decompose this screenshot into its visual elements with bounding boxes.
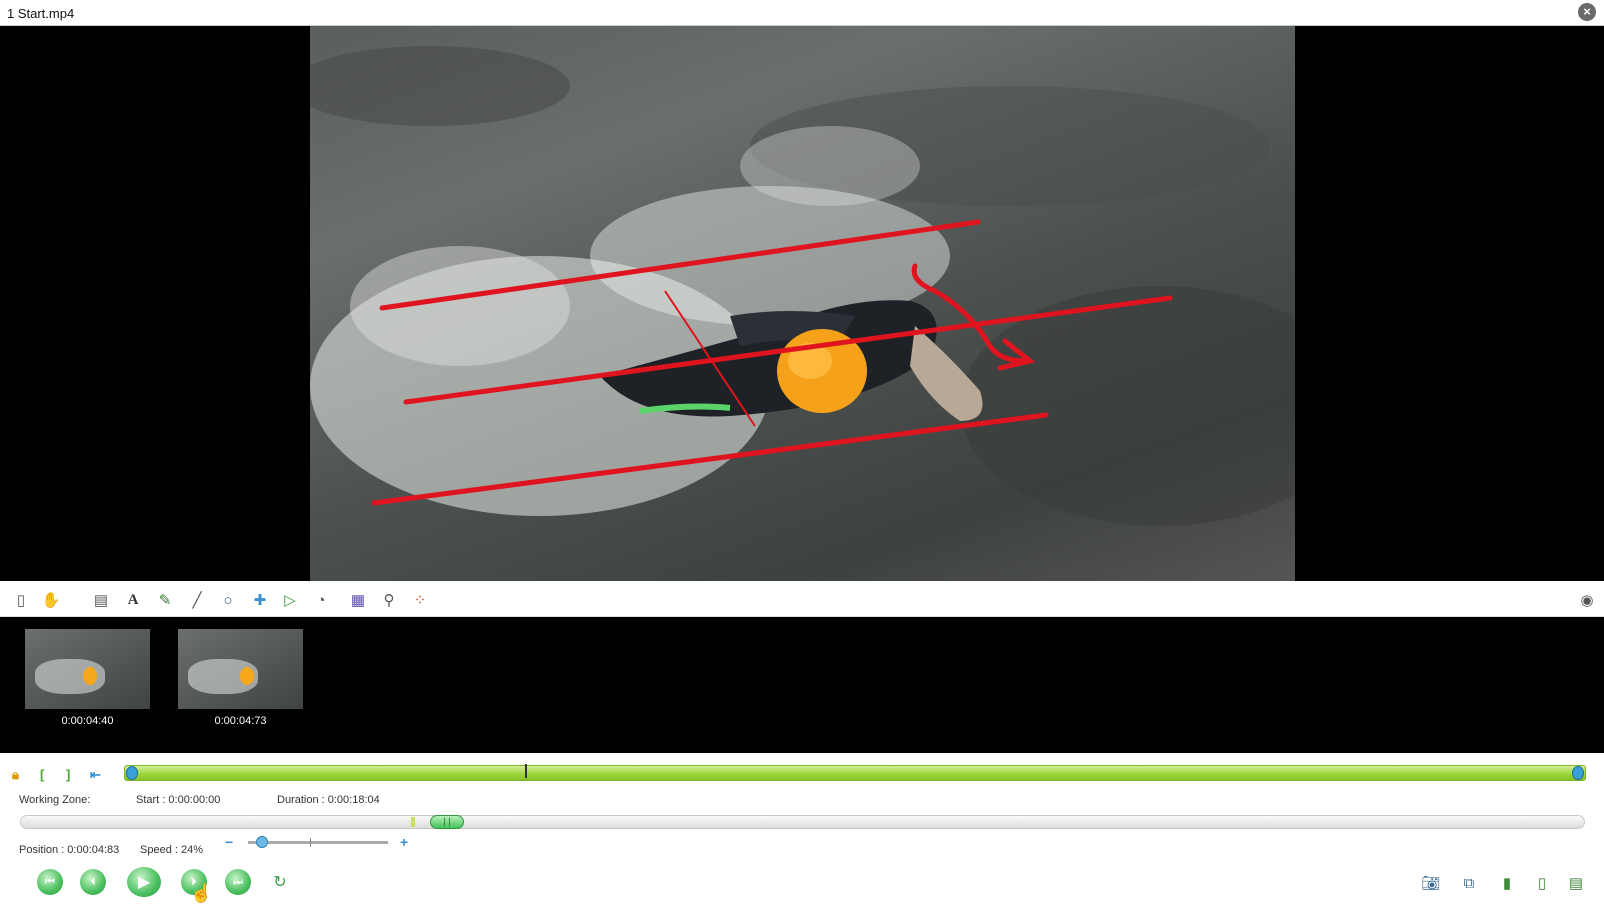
lock-icon[interactable]: 🔒︎ (12, 767, 19, 783)
working-zone-bar[interactable] (124, 764, 1586, 781)
drawing-toolbar: ▯ ✋ ▤ A ✎ ╱ ○ ✚ ▷ ◔ ▦ ⚲ ⁘ ◉ (0, 583, 1604, 617)
go-to-start-button[interactable]: ⏮ (37, 869, 63, 895)
zone-end-icon[interactable]: ] (66, 767, 70, 782)
speed-slider-center-tick (310, 838, 311, 847)
position-thumb[interactable]: | | (430, 815, 464, 829)
zone-end-handle[interactable] (1572, 766, 1584, 780)
zone-reset-icon[interactable]: ⇤ (90, 767, 101, 783)
zone-start-handle[interactable] (126, 766, 138, 780)
video-viewport[interactable] (0, 26, 1604, 581)
keyframe-time: 0:00:04:40 (61, 715, 114, 727)
circle-tool-icon[interactable]: ○ (219, 591, 237, 609)
chronometer-icon[interactable]: ◔ (312, 591, 330, 609)
keyframes-strip: 0:00:04:40 0:00:04:73 (0, 617, 1604, 753)
keyframe-thumbnail[interactable] (25, 629, 150, 709)
hand-tool-icon[interactable]: ✋ (42, 591, 61, 609)
window-title: 1 Start.mp4 (7, 6, 75, 21)
keyframe-time: 0:00:04:73 (214, 715, 267, 727)
multi-snapshot-icon[interactable]: ⧉ (1459, 874, 1479, 892)
snapshot-camera-icon[interactable]: 📷︎ (1421, 874, 1441, 892)
zone-position-marker (525, 764, 527, 778)
drawing-pad-icon[interactable]: ▤ (92, 591, 110, 609)
export-diaporama-icon[interactable]: ▤ (1566, 874, 1586, 892)
text-tool-icon[interactable]: A (124, 591, 142, 609)
magnifier-icon[interactable]: ⚲ (380, 591, 398, 609)
color-grid-icon[interactable]: ⁘ (411, 591, 429, 609)
loop-icon[interactable]: ↻ (270, 869, 290, 895)
keyframe-thumbnail[interactable] (178, 629, 303, 709)
speed-slider[interactable] (248, 836, 388, 848)
keyframe-item[interactable]: 0:00:04:73 (178, 629, 303, 727)
keyframe-item[interactable]: 0:00:04:40 (25, 629, 150, 727)
go-to-end-button[interactable]: ⏭ (225, 869, 251, 895)
speed-decrease-button[interactable]: − (225, 834, 233, 850)
new-key-image-icon[interactable]: ▯ (12, 591, 30, 609)
speed-text: Speed : 24% (140, 844, 203, 856)
zone-start-icon[interactable]: [ (40, 767, 44, 782)
line-tool-icon[interactable]: ╱ (188, 591, 206, 609)
previous-frame-button[interactable]: ⏴ (80, 869, 106, 895)
working-zone-label: Working Zone: (19, 794, 91, 806)
player-controls: 🔒︎ [ ] ⇤ Working Zone: Start : 0:00:00:0… (0, 753, 1604, 907)
zone-duration-text: Duration : 0:00:18:04 (277, 794, 380, 806)
play-button[interactable]: ▶ (127, 867, 161, 897)
position-trackbar[interactable]: | | (20, 815, 1585, 829)
video-scene (310, 46, 1295, 526)
close-icon[interactable]: × (1578, 3, 1596, 21)
title-bar: 1 Start.mp4 × (0, 0, 1604, 26)
angle-tool-icon[interactable]: ▷ (281, 591, 299, 609)
video-frame[interactable] (310, 26, 1295, 581)
track-marker (411, 817, 415, 827)
grid-perspective-icon[interactable]: ▦ (349, 591, 367, 609)
speed-increase-button[interactable]: + (400, 834, 408, 850)
zone-start-text: Start : 0:00:00:00 (136, 794, 221, 806)
export-video-icon[interactable]: ▯ (1532, 874, 1552, 892)
position-text: Position : 0:00:04:83 (19, 844, 120, 856)
pencil-tool-icon[interactable]: ✎ (156, 591, 174, 609)
cross-marker-icon[interactable]: ✚ (251, 591, 269, 609)
mouse-cursor-icon: ☝ (190, 883, 213, 903)
options-icon[interactable]: ◉ (1578, 591, 1596, 609)
save-video-icon[interactable]: ▮ (1497, 874, 1517, 892)
speed-knob[interactable] (256, 836, 268, 848)
